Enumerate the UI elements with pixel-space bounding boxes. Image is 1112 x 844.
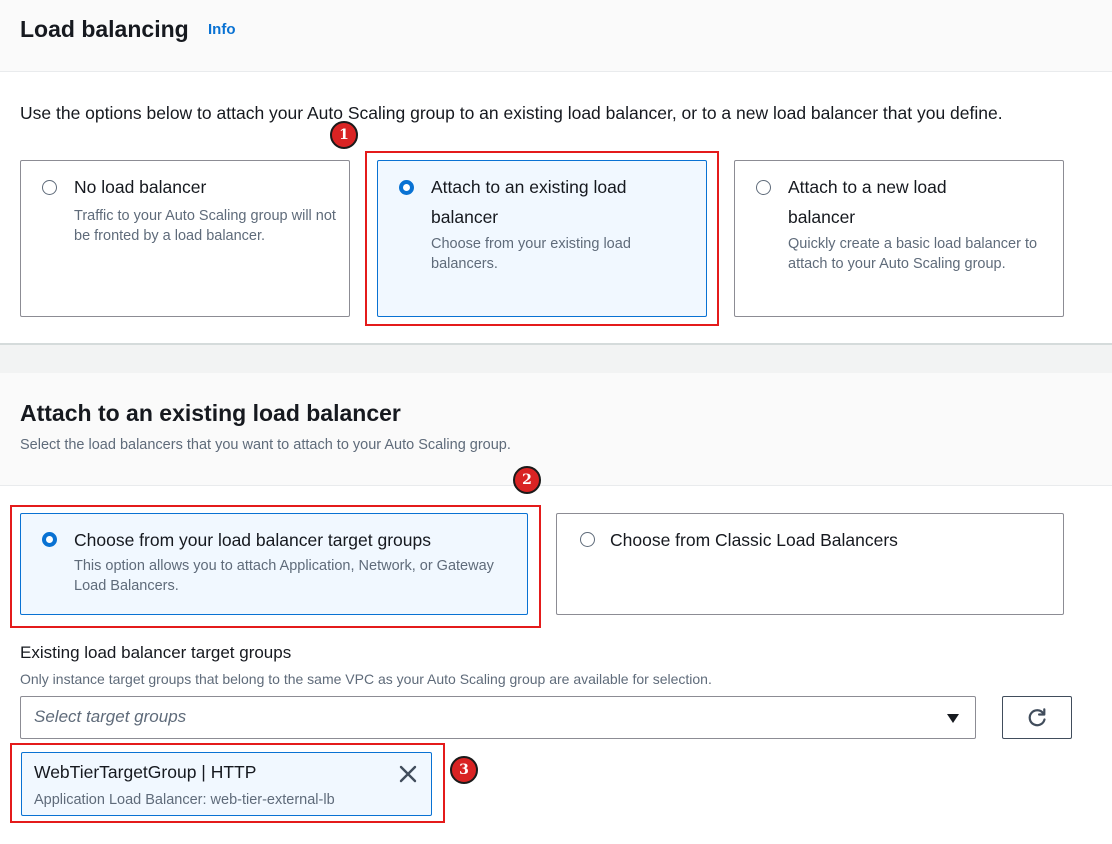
- select-placeholder: Select target groups: [34, 707, 187, 726]
- annotation-badge: 1: [330, 121, 358, 149]
- radio-button[interactable]: [580, 532, 595, 547]
- refresh-button[interactable]: [1002, 696, 1072, 739]
- refresh-icon: [1028, 707, 1046, 726]
- info-link[interactable]: Info: [208, 21, 236, 38]
- option-attach-new[interactable]: Attach to a new load balancer Quickly cr…: [734, 160, 1064, 317]
- radio-button[interactable]: [42, 180, 57, 195]
- radio-button[interactable]: [756, 180, 771, 195]
- caret-down-icon: [947, 714, 959, 723]
- section-title: Attach to an existing load balancer: [20, 400, 401, 426]
- target-groups-select[interactable]: Select target groups: [20, 696, 976, 739]
- option-classic-lb[interactable]: Choose from Classic Load Balancers: [556, 513, 1064, 615]
- section-header-attach-existing: [0, 373, 1112, 486]
- section-intro-text: Use the options below to attach your Aut…: [20, 103, 1003, 123]
- annotation-badge: 3: [450, 756, 478, 784]
- field-description: Only instance target groups that belong …: [20, 671, 712, 687]
- option-no-load-balancer[interactable]: No load balancer Traffic to your Auto Sc…: [20, 160, 350, 317]
- option-label: Choose from Classic Load Balancers: [610, 530, 898, 550]
- annotation-highlight-box: [365, 151, 719, 326]
- section-title: Load balancing: [20, 16, 189, 42]
- section-description: Select the load balancers that you want …: [20, 437, 511, 453]
- annotation-badge: 2: [513, 466, 541, 494]
- option-label: No load balancer: [74, 177, 207, 197]
- annotation-highlight-box: [10, 505, 541, 628]
- option-description: Traffic to your Auto Scaling group will …: [74, 208, 336, 244]
- section-divider: [0, 343, 1112, 373]
- field-label: Existing load balancer target groups: [20, 643, 292, 662]
- annotation-highlight-box: [10, 743, 445, 823]
- option-description: Quickly create a basic load balancer to …: [788, 236, 1038, 272]
- option-label: Attach to a new load balancer: [788, 177, 947, 227]
